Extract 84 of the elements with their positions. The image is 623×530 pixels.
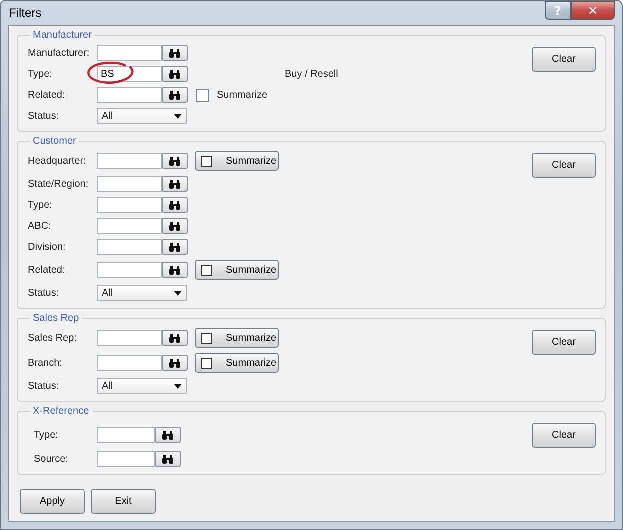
dropdown-arrow-icon [174, 290, 182, 296]
find-button[interactable] [162, 218, 188, 234]
input-field[interactable] [97, 355, 162, 371]
find-button[interactable] [155, 451, 181, 467]
find-button[interactable] [162, 239, 188, 255]
binoculars-icon [169, 156, 181, 166]
field-label: Headquarter: [28, 156, 88, 166]
checkbox[interactable] [201, 156, 212, 166]
clear-button[interactable]: Clear [532, 423, 596, 448]
find-button[interactable] [162, 153, 188, 169]
input-field[interactable] [97, 176, 162, 192]
field-label: Related: [28, 264, 66, 276]
dropdown-arrow-icon [174, 384, 182, 388]
find-button[interactable] [162, 87, 188, 103]
input-field[interactable] [97, 239, 162, 255]
summarize-toggle[interactable]: Summarize [195, 151, 279, 171]
input-field[interactable] [97, 87, 162, 103]
binoculars-icon [169, 266, 181, 274]
clear-button[interactable]: Clear [532, 47, 596, 72]
input-field[interactable] [97, 45, 162, 61]
input-field[interactable] [97, 330, 162, 346]
field-label: Type: [34, 430, 60, 440]
checkbox-label: Summarize [217, 90, 268, 100]
find-button[interactable] [162, 330, 188, 346]
status-dropdown[interactable]: All [97, 108, 187, 124]
input-field[interactable]: BS [97, 66, 162, 82]
field-label: ABC: [28, 220, 52, 232]
binoculars-icon [169, 358, 181, 368]
binoculars-icon [169, 334, 181, 342]
binoculars-icon [169, 180, 181, 188]
summarize-toggle[interactable]: Summarize [195, 260, 279, 280]
input-field[interactable] [97, 427, 155, 443]
find-button[interactable] [155, 427, 181, 443]
field-label: Manufacturer: [28, 48, 91, 58]
input-field[interactable] [97, 218, 162, 234]
binoculars-icon [162, 454, 174, 464]
input-field[interactable] [97, 262, 162, 278]
apply-button[interactable]: Apply [20, 489, 85, 514]
field-label: Branch: [28, 358, 64, 368]
group-title: Manufacturer [32, 30, 93, 41]
binoculars-icon [169, 242, 181, 252]
group-title: Sales Rep [32, 313, 80, 324]
clear-button[interactable]: Clear [532, 153, 596, 178]
dropdown-arrow-icon [174, 114, 182, 118]
find-button[interactable] [162, 262, 188, 278]
field-label: Type: [28, 200, 54, 210]
find-button[interactable] [162, 66, 188, 82]
binoculars-icon [162, 430, 174, 440]
exit-button[interactable]: Exit [91, 489, 156, 514]
field-label: Type: [28, 68, 54, 80]
binoculars-icon [169, 90, 181, 100]
field-label: Sales Rep: [28, 332, 78, 344]
group-title: Customer [32, 136, 78, 147]
status-dropdown[interactable]: All [97, 285, 187, 301]
summarize-toggle[interactable]: Summarize [195, 328, 279, 348]
find-button[interactable] [162, 176, 188, 192]
group-title: X-Reference [32, 406, 90, 417]
checkbox[interactable] [196, 88, 209, 102]
field-label: Status: [28, 110, 60, 122]
clear-button[interactable]: Clear [532, 330, 596, 355]
field-label: Related: [28, 90, 66, 100]
close-button[interactable]: ✕ [571, 1, 615, 20]
checkbox[interactable] [201, 332, 212, 344]
input-field[interactable] [97, 153, 162, 169]
find-button[interactable] [162, 197, 188, 213]
input-field[interactable] [97, 197, 162, 213]
type-description: Buy / Resell [285, 68, 338, 80]
find-button[interactable] [162, 45, 188, 61]
window-title: Filters [8, 6, 42, 20]
summarize-toggle[interactable]: Summarize [195, 353, 279, 373]
field-label: Division: [28, 242, 67, 252]
binoculars-icon [169, 200, 181, 210]
binoculars-icon [169, 222, 181, 230]
field-label: State/Region: [28, 178, 90, 190]
status-dropdown[interactable]: All [97, 378, 187, 394]
input-field[interactable] [97, 451, 155, 467]
checkbox[interactable] [201, 264, 212, 276]
find-button[interactable] [162, 355, 188, 371]
binoculars-icon [169, 48, 181, 58]
field-label: Source: [34, 454, 70, 464]
checkbox[interactable] [201, 358, 212, 368]
field-label: Status: [28, 380, 60, 392]
binoculars-icon [169, 70, 181, 78]
field-label: Status: [28, 288, 60, 298]
